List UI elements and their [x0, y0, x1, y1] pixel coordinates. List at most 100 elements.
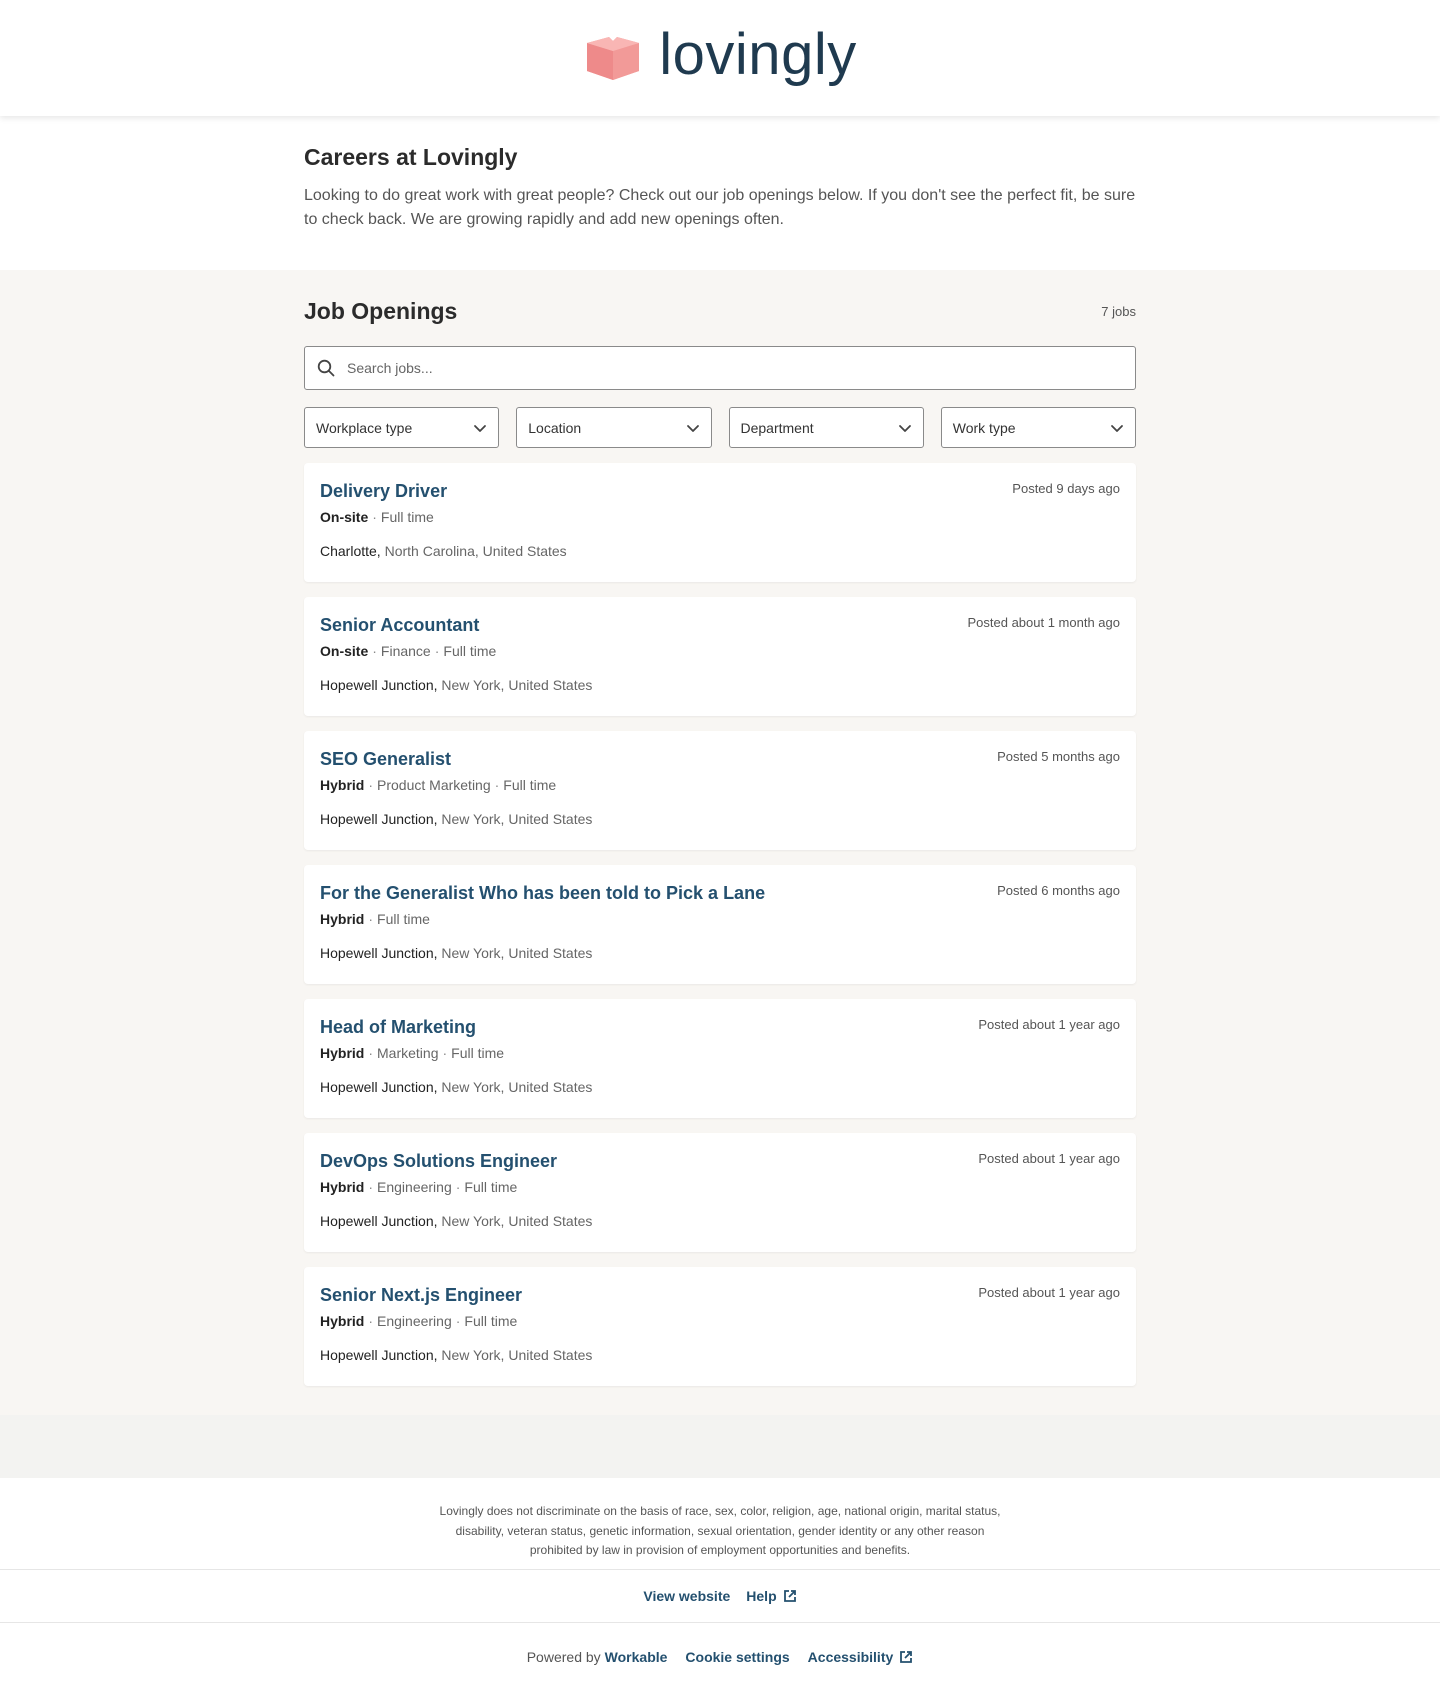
- job-city: Hopewell Junction,: [320, 1213, 438, 1229]
- job-posted-date: Posted 9 days ago: [1012, 481, 1120, 496]
- site-footer: Lovingly does not discriminate on the ba…: [0, 1478, 1440, 1691]
- powered-by-label: Powered by: [526, 1649, 601, 1665]
- job-posted-date: Posted about 1 year ago: [978, 1151, 1120, 1166]
- filter-department[interactable]: Department: [728, 407, 924, 448]
- job-card[interactable]: Senior Next.js Engineer Posted about 1 y…: [304, 1267, 1136, 1386]
- filter-label: Work type: [952, 419, 1016, 436]
- heart-box-icon: [587, 37, 640, 80]
- job-location: Hopewell Junction, New York, United Stat…: [320, 1347, 1120, 1363]
- workplace-type: On-site: [320, 643, 369, 659]
- job-meta: Hybrid · Marketing · Full time: [320, 1045, 505, 1061]
- job-meta: On-site · Finance · Full time: [320, 643, 497, 659]
- job-tag: Product Marketing: [377, 777, 491, 793]
- job-tag: Finance: [380, 643, 431, 659]
- job-card[interactable]: Senior Accountant Posted about 1 month a…: [304, 597, 1136, 716]
- job-card[interactable]: Delivery Driver Posted 9 days ago On-sit…: [304, 463, 1136, 582]
- job-posted-date: Posted 5 months ago: [997, 749, 1120, 764]
- job-tag: Full time: [377, 911, 430, 927]
- job-tag: Full time: [464, 1179, 518, 1195]
- job-location: Hopewell Junction, New York, United Stat…: [320, 1213, 1120, 1229]
- job-count: 7 jobs: [1101, 303, 1136, 319]
- legal-notice: Lovingly does not discriminate on the ba…: [0, 1478, 1440, 1570]
- chevron-down-icon: [474, 424, 487, 432]
- job-city: Hopewell Junction,: [320, 677, 438, 693]
- filter-work-type[interactable]: Work type: [940, 407, 1136, 448]
- external-link-icon: [900, 1651, 913, 1663]
- view-website-link[interactable]: View website: [643, 1588, 730, 1604]
- page-title: Careers at Lovingly: [304, 144, 518, 170]
- job-tag: Full time: [464, 1313, 518, 1329]
- job-region: New York, United States: [441, 811, 593, 827]
- job-posted-date: Posted about 1 year ago: [978, 1017, 1120, 1032]
- job-card[interactable]: SEO Generalist Posted 5 months ago Hybri…: [304, 731, 1136, 850]
- job-meta: Hybrid · Full time: [320, 911, 430, 927]
- filter-bar: Workplace type Location Department Work …: [304, 407, 1136, 448]
- job-card[interactable]: DevOps Solutions Engineer Posted about 1…: [304, 1133, 1136, 1252]
- job-openings-title: Job Openings: [304, 297, 458, 324]
- brand-name: lovingly: [659, 22, 857, 87]
- workable-link[interactable]: Workable: [605, 1649, 668, 1665]
- job-card[interactable]: Head of Marketing Posted about 1 year ag…: [304, 999, 1136, 1118]
- workplace-type: Hybrid: [320, 1045, 365, 1061]
- job-card[interactable]: For the Generalist Who has been told to …: [304, 865, 1136, 984]
- accessibility-link[interactable]: Accessibility: [808, 1649, 914, 1665]
- footer-bottom: Powered by Workable Cookie settings Acce…: [0, 1623, 1440, 1691]
- site-header: lovingly: [0, 0, 1440, 116]
- job-openings-section: Job Openings 7 jobs Workplace type Locat…: [0, 270, 1440, 1415]
- workplace-type: Hybrid: [320, 911, 365, 927]
- filter-label: Workplace type: [316, 419, 413, 436]
- brand-logo[interactable]: lovingly: [583, 26, 856, 84]
- job-city: Hopewell Junction,: [320, 811, 438, 827]
- chevron-down-icon: [1111, 424, 1123, 432]
- filter-label: Location: [528, 419, 582, 436]
- job-location: Hopewell Junction, New York, United Stat…: [320, 945, 1120, 961]
- job-city: Hopewell Junction,: [320, 945, 438, 961]
- job-location: Charlotte, North Carolina, United States: [320, 543, 1120, 559]
- cookie-settings-label: Cookie settings: [685, 1649, 790, 1665]
- job-region: New York, United States: [441, 1213, 593, 1229]
- job-tag: Engineering: [377, 1179, 452, 1195]
- filter-location[interactable]: Location: [516, 407, 712, 448]
- workplace-type: On-site: [320, 509, 369, 525]
- job-location: Hopewell Junction, New York, United Stat…: [320, 811, 1120, 827]
- job-posted-date: Posted about 1 month ago: [967, 615, 1120, 630]
- search-icon: [317, 359, 335, 377]
- help-link[interactable]: Help: [746, 1588, 796, 1604]
- job-meta: On-site · Full time: [320, 509, 434, 525]
- job-meta: Hybrid · Engineering · Full time: [320, 1179, 518, 1195]
- workplace-type: Hybrid: [320, 1313, 365, 1329]
- chevron-down-icon: [686, 424, 699, 432]
- job-region: New York, United States: [441, 1347, 593, 1363]
- careers-intro: Careers at Lovingly Looking to do great …: [304, 116, 1136, 270]
- intro-description: Looking to do great work with great peop…: [304, 187, 1136, 228]
- job-meta: Hybrid · Engineering · Full time: [320, 1313, 518, 1329]
- job-region: New York, United States: [441, 677, 593, 693]
- eeo-statement: Lovingly does not discriminate on the ba…: [439, 1504, 1001, 1557]
- view-website-label: View website: [643, 1588, 731, 1604]
- job-list: Delivery Driver Posted 9 days ago On-sit…: [304, 463, 1136, 1386]
- footer-links: View website Help: [0, 1570, 1440, 1623]
- section-divider: [0, 1415, 1440, 1478]
- help-label: Help: [746, 1588, 777, 1604]
- job-location: Hopewell Junction, New York, United Stat…: [320, 1079, 1120, 1095]
- accessibility-label: Accessibility: [807, 1649, 894, 1665]
- search-input[interactable]: [347, 360, 1135, 376]
- job-tag: Full time: [503, 777, 557, 793]
- external-link-icon: [783, 1590, 796, 1602]
- workplace-type: Hybrid: [320, 777, 365, 793]
- job-posted-date: Posted about 1 year ago: [978, 1285, 1120, 1300]
- job-region: New York, United States: [441, 1079, 593, 1095]
- job-city: Hopewell Junction,: [320, 1347, 438, 1363]
- filter-workplace-type[interactable]: Workplace type: [304, 407, 500, 448]
- workplace-type: Hybrid: [320, 1179, 365, 1195]
- powered-by: Powered by Workable: [527, 1649, 668, 1665]
- job-tag: Full time: [443, 643, 497, 659]
- search-box: [304, 346, 1136, 390]
- cookie-settings-link[interactable]: Cookie settings: [685, 1649, 789, 1665]
- job-city: Hopewell Junction,: [320, 1079, 438, 1095]
- job-tag: Engineering: [377, 1313, 452, 1329]
- job-meta: Hybrid · Product Marketing · Full time: [320, 777, 557, 793]
- job-title-link[interactable]: Delivery Driver: [320, 481, 1120, 502]
- job-posted-date: Posted 6 months ago: [997, 883, 1120, 898]
- filter-label: Department: [740, 419, 814, 436]
